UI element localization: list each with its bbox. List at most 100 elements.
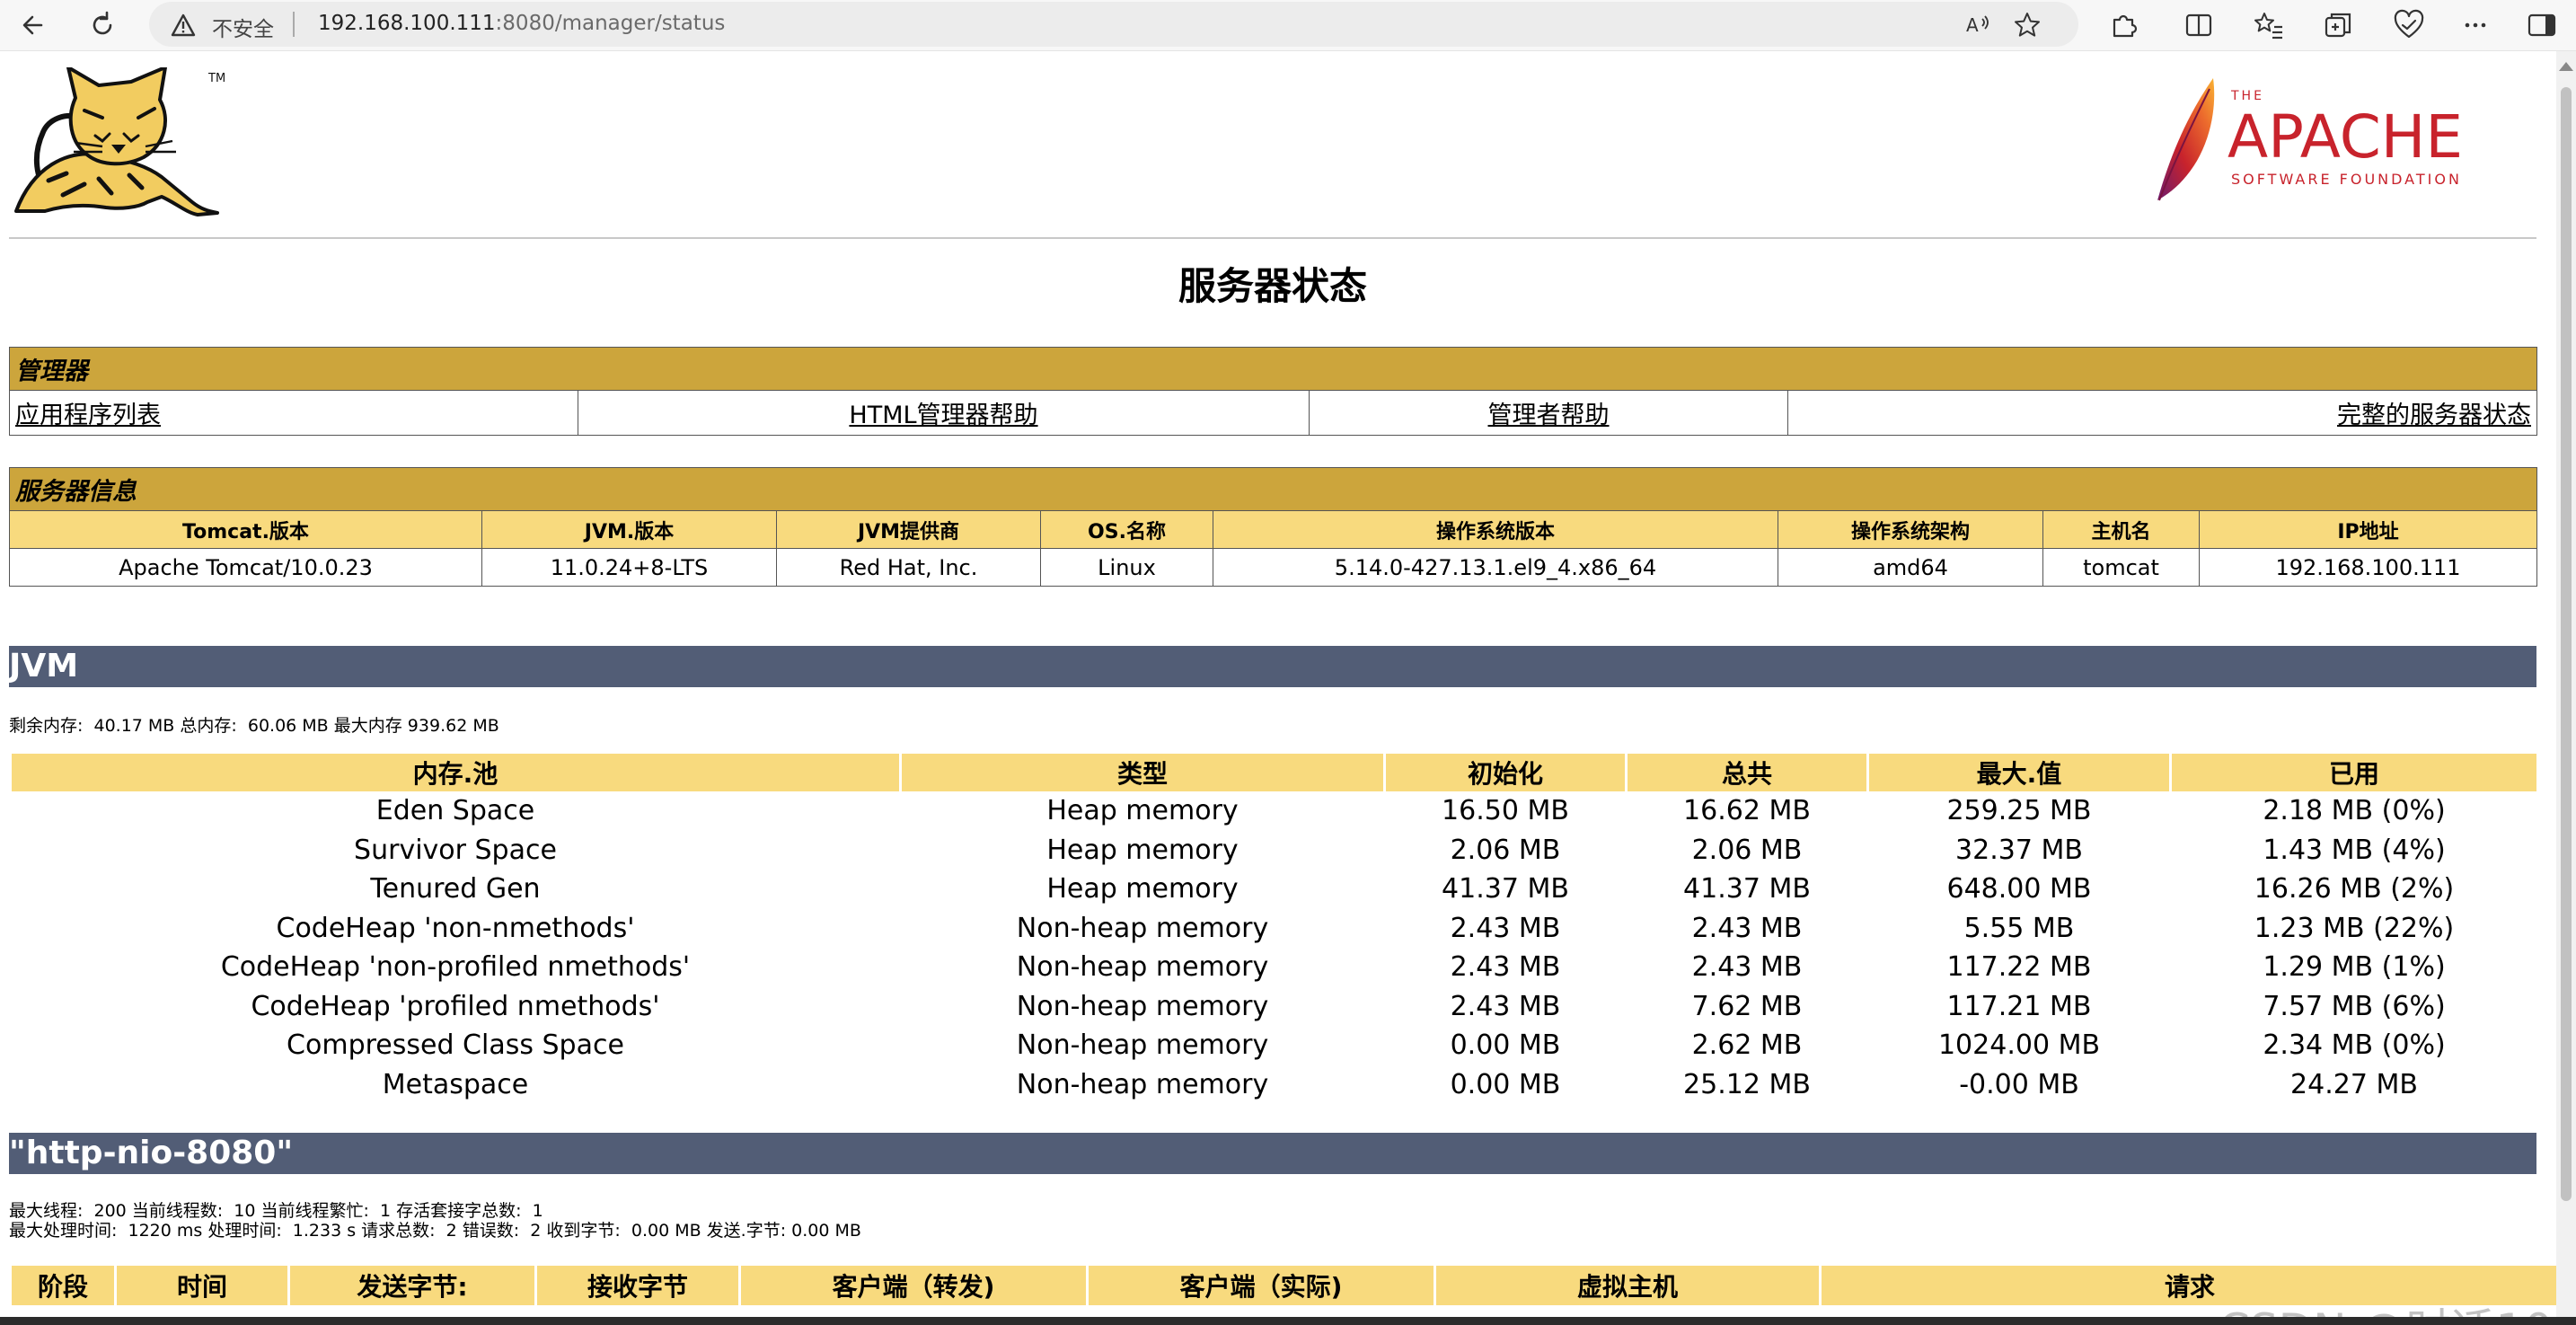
insecure-label[interactable]: 不安全 (212, 12, 274, 42)
memory-row: Metaspace Non-heap memory 0.00 MB 25.12 … (12, 1065, 2536, 1105)
ip-address-value: 192.168.100.111 (2199, 548, 2537, 587)
screen: 不安全 192.168.100.111:8080/manager/status … (0, 0, 2576, 1325)
pool-max: 32.37 MB (1955, 834, 2083, 866)
col-time: 时间 (117, 1266, 287, 1305)
pool-name: Survivor Space (354, 834, 557, 866)
back-button[interactable] (14, 5, 54, 45)
memory-row: Tenured Gen Heap memory 41.37 MB 41.37 M… (12, 870, 2536, 909)
pool-type: Non-heap memory (1016, 1029, 1269, 1062)
col-total: 总共 (1628, 754, 1866, 791)
pool-used: 2.34 MB (0%) (2263, 1029, 2446, 1062)
server-info-table: 服务器信息 Tomcat.版本 JVM.版本 JVM提供商 OS.名称 操作系统… (9, 467, 2537, 587)
jvm-version-value: 11.0.24+8-LTS (481, 548, 777, 587)
col-bytes-sent: 发送字节: (290, 1266, 534, 1305)
pool-total: 16.62 MB (1683, 795, 1811, 827)
col-hostname: 主机名 (2042, 510, 2200, 549)
reload-icon (93, 11, 112, 35)
page-content: TM THE APACHE SOFTWARE FOUNDATION 服务器状态 (0, 51, 2556, 1317)
pool-initial: 0.00 MB (1450, 1068, 1561, 1100)
pool-max: -0.00 MB (1959, 1068, 2079, 1100)
pool-name: CodeHeap 'non-nmethods' (276, 912, 635, 944)
tomcat-trademark: TM (207, 72, 225, 85)
pool-used: 1.23 MB (22%) (2254, 912, 2455, 944)
manager-header: 管理器 (9, 347, 2537, 391)
pool-type: Non-heap memory (1016, 951, 1269, 984)
link-html-manager-help[interactable]: HTML管理器帮助 (578, 390, 1310, 436)
apache-feather-logo[interactable]: THE APACHE SOFTWARE FOUNDATION (2154, 69, 2488, 204)
url-host: 192.168.100.111 (318, 12, 496, 35)
collections-icon[interactable] (2321, 7, 2357, 43)
col-stage: 阶段 (12, 1266, 114, 1305)
url-text[interactable]: 192.168.100.111:8080/manager/status (318, 12, 725, 35)
col-tomcat-version: Tomcat.版本 (9, 510, 482, 549)
pool-initial: 41.37 MB (1442, 873, 1569, 905)
read-aloud-icon[interactable]: A (1963, 10, 1994, 40)
url-path: :8080/manager/status (495, 12, 726, 35)
tomcat-logo[interactable]: TM (13, 67, 225, 218)
manager-table: 管理器 应用程序列表 HTML管理器帮助 管理者帮助 完整的服务器状态 (9, 347, 2537, 436)
extensions-icon[interactable] (2105, 7, 2141, 43)
more-options-icon[interactable] (2457, 7, 2493, 43)
pool-used: 16.26 MB (2%) (2254, 873, 2455, 905)
pool-initial: 2.43 MB (1450, 912, 1561, 944)
apache-the: THE (2230, 89, 2264, 103)
reload-button[interactable] (83, 5, 122, 45)
pool-initial: 16.50 MB (1442, 795, 1569, 827)
address-divider (293, 12, 295, 37)
col-jvm-vendor: JVM提供商 (776, 510, 1041, 549)
scrollbar-thumb[interactable] (2561, 87, 2572, 1201)
link-complete-server-status[interactable]: 完整的服务器状态 (1787, 390, 2537, 436)
col-ip-address: IP地址 (2199, 510, 2537, 549)
pool-total: 7.62 MB (1691, 990, 1803, 1022)
address-bar[interactable]: 不安全 192.168.100.111:8080/manager/status … (149, 2, 2078, 47)
pool-name: Metaspace (382, 1068, 529, 1100)
pool-total: 41.37 MB (1683, 873, 1811, 905)
request-table: 阶段 时间 发送字节: 接收字节 客户端（转发) 客户端（实际) 虚拟主机 请求 (9, 1266, 2556, 1305)
pool-total: 2.43 MB (1691, 912, 1803, 944)
tomcat-version-value: Apache Tomcat/10.0.23 (9, 548, 482, 587)
os-version-value: 5.14.0-427.13.1.el9_4.x86_64 (1213, 548, 1778, 587)
pool-type: Non-heap memory (1016, 912, 1269, 944)
pool-total: 2.06 MB (1691, 834, 1803, 866)
pool-name: Tenured Gen (370, 873, 541, 905)
memory-row: Eden Space Heap memory 16.50 MB 16.62 MB… (12, 791, 2536, 831)
pool-used: 24.27 MB (2290, 1068, 2418, 1100)
pool-name: CodeHeap 'profiled nmethods' (251, 990, 660, 1022)
col-os-version: 操作系统版本 (1213, 510, 1778, 549)
col-type: 类型 (902, 754, 1383, 791)
pool-type: Heap memory (1046, 795, 1239, 827)
link-manager-help[interactable]: 管理者帮助 (1309, 390, 1788, 436)
favorite-star-icon[interactable] (2012, 10, 2042, 40)
os-arch-value: amd64 (1778, 548, 2043, 587)
pool-name: CodeHeap 'non-profiled nmethods' (220, 951, 691, 984)
page-scrollbar[interactable] (2556, 51, 2576, 1325)
jvm-vendor-value: Red Hat, Inc. (776, 548, 1041, 587)
memory-row: CodeHeap 'non-nmethods' Non-heap memory … (12, 909, 2536, 949)
col-maximum: 最大.值 (1869, 754, 2169, 791)
browser-essentials-icon[interactable] (2391, 7, 2427, 43)
link-app-list[interactable]: 应用程序列表 (9, 390, 578, 436)
sidebar-toggle-icon[interactable] (2524, 7, 2560, 43)
pool-used: 7.57 MB (6%) (2263, 990, 2446, 1022)
col-virtual-host: 虚拟主机 (1436, 1266, 1819, 1305)
pool-used: 1.29 MB (1%) (2263, 951, 2446, 984)
favorites-list-icon[interactable] (2251, 7, 2287, 43)
pool-type: Non-heap memory (1016, 990, 1269, 1022)
col-os-name: OS.名称 (1040, 510, 1213, 549)
pool-total: 2.43 MB (1691, 951, 1803, 984)
split-screen-icon[interactable] (2181, 7, 2217, 43)
pool-type: Non-heap memory (1016, 1068, 1269, 1100)
col-os-arch: 操作系统架构 (1778, 510, 2043, 549)
col-jvm-version: JVM.版本 (481, 510, 777, 549)
pool-max: 648.00 MB (1946, 873, 2092, 905)
header-divider (9, 237, 2536, 239)
scroll-up-arrow-icon[interactable] (2559, 62, 2573, 71)
jvm-banner: JVM (9, 646, 2536, 687)
back-arrow-icon (22, 15, 43, 35)
warning-icon (171, 13, 196, 37)
memory-row: Survivor Space Heap memory 2.06 MB 2.06 … (12, 831, 2536, 870)
memory-row: CodeHeap 'profiled nmethods' Non-heap me… (12, 987, 2536, 1027)
pool-max: 259.25 MB (1946, 795, 2092, 827)
pool-initial: 0.00 MB (1450, 1029, 1561, 1062)
pool-initial: 2.43 MB (1450, 990, 1561, 1022)
